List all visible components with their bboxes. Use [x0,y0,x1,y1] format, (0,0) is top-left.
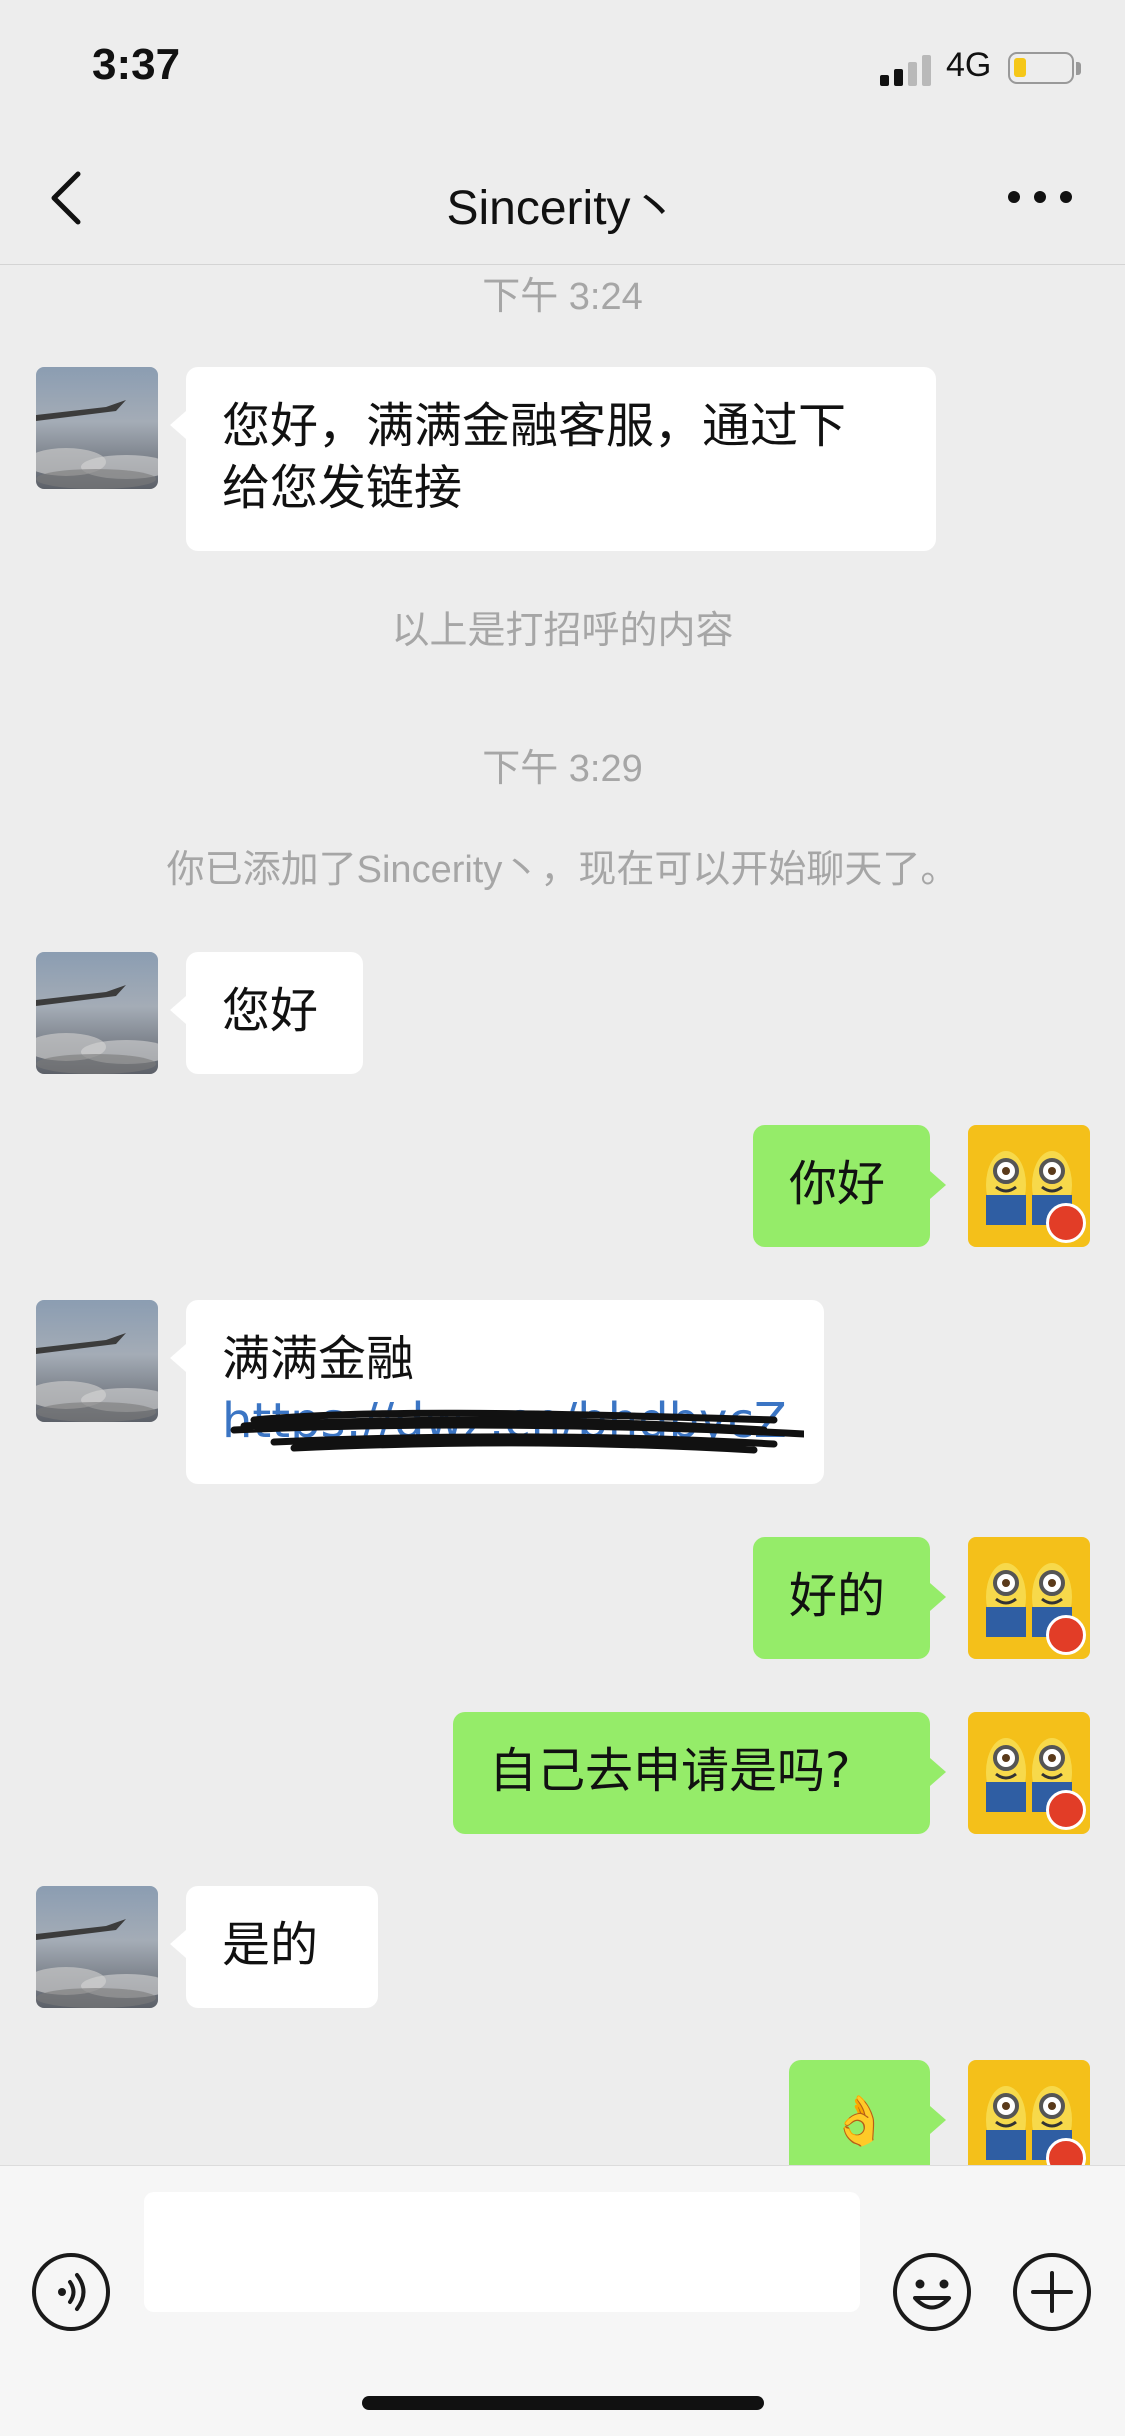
redaction-scribble [230,1409,804,1454]
self-avatar[interactable] [968,1125,1090,1247]
signal-icon [880,52,936,86]
china-flag-badge [1046,1615,1086,1655]
message-text: 您好 [222,983,319,1039]
chat-title[interactable]: Sincerity丶 [0,168,1125,238]
avatar[interactable] [36,952,158,1074]
message-bubble-outgoing[interactable]: 好的 [753,1537,946,1659]
self-avatar[interactable] [968,2060,1090,2165]
message-bubble-incoming[interactable]: 是的 [170,1886,378,2008]
battery-icon [1008,52,1074,84]
network-type: 4G [946,46,992,84]
message-bubble-outgoing[interactable]: 自己去申请是吗? [453,1712,946,1834]
china-flag-badge [1046,1790,1086,1830]
system-message: 以上是打招呼的内容 [391,610,734,652]
china-flag-badge [1046,1203,1086,1243]
message-bubble-incoming[interactable]: 满满金融 https://dwz.cn/bhdbycZ [170,1300,824,1484]
message-input[interactable] [144,2192,860,2312]
status-time: 3:37 [92,40,181,89]
home-indicator[interactable] [362,2396,764,2410]
message-bubble-outgoing[interactable]: 你好 [753,1125,946,1247]
message-text: 您好，满满金融客服，通过下 [222,398,847,454]
nav-bar: Sincerity丶 [0,130,1125,265]
avatar[interactable] [36,367,158,489]
message-text: 满满金融 [222,1331,415,1387]
message-bubble-incoming[interactable]: 您好 [170,952,363,1074]
ok-hand-emoji: 👌 [829,2093,890,2149]
message-text: 给您发链接 [222,460,463,516]
emoji-icon[interactable] [891,2251,973,2333]
system-message: 你已添加了Sincerity丶，现在可以开始聊天了。 [166,849,959,891]
self-avatar[interactable] [968,1537,1090,1659]
timestamp: 下午 3:24 [482,276,643,318]
timestamp: 下午 3:29 [482,748,643,790]
more-dots-icon[interactable] [1008,188,1072,206]
battery-tip [1076,62,1081,75]
chat-area[interactable]: 下午 3:24 您好，满满金融客服，通过下 给您发链接 以上是打招呼的内容 下午… [0,265,1125,2165]
status-bar: 3:37 4G [0,0,1125,130]
message-text: 你好 [789,1156,886,1212]
avatar[interactable] [36,1886,158,2008]
message-bubble-outgoing[interactable]: 👌 [789,2060,946,2165]
message-bubble-incoming[interactable]: 您好，满满金融客服，通过下 给您发链接 [170,367,936,551]
plus-icon[interactable] [1011,2251,1093,2333]
message-text: 自己去申请是吗? [489,1743,851,1799]
avatar[interactable] [36,1300,158,1422]
message-text: 是的 [222,1917,319,1973]
message-text: 好的 [789,1568,886,1624]
voice-icon[interactable] [30,2251,112,2333]
self-avatar[interactable] [968,1712,1090,1834]
